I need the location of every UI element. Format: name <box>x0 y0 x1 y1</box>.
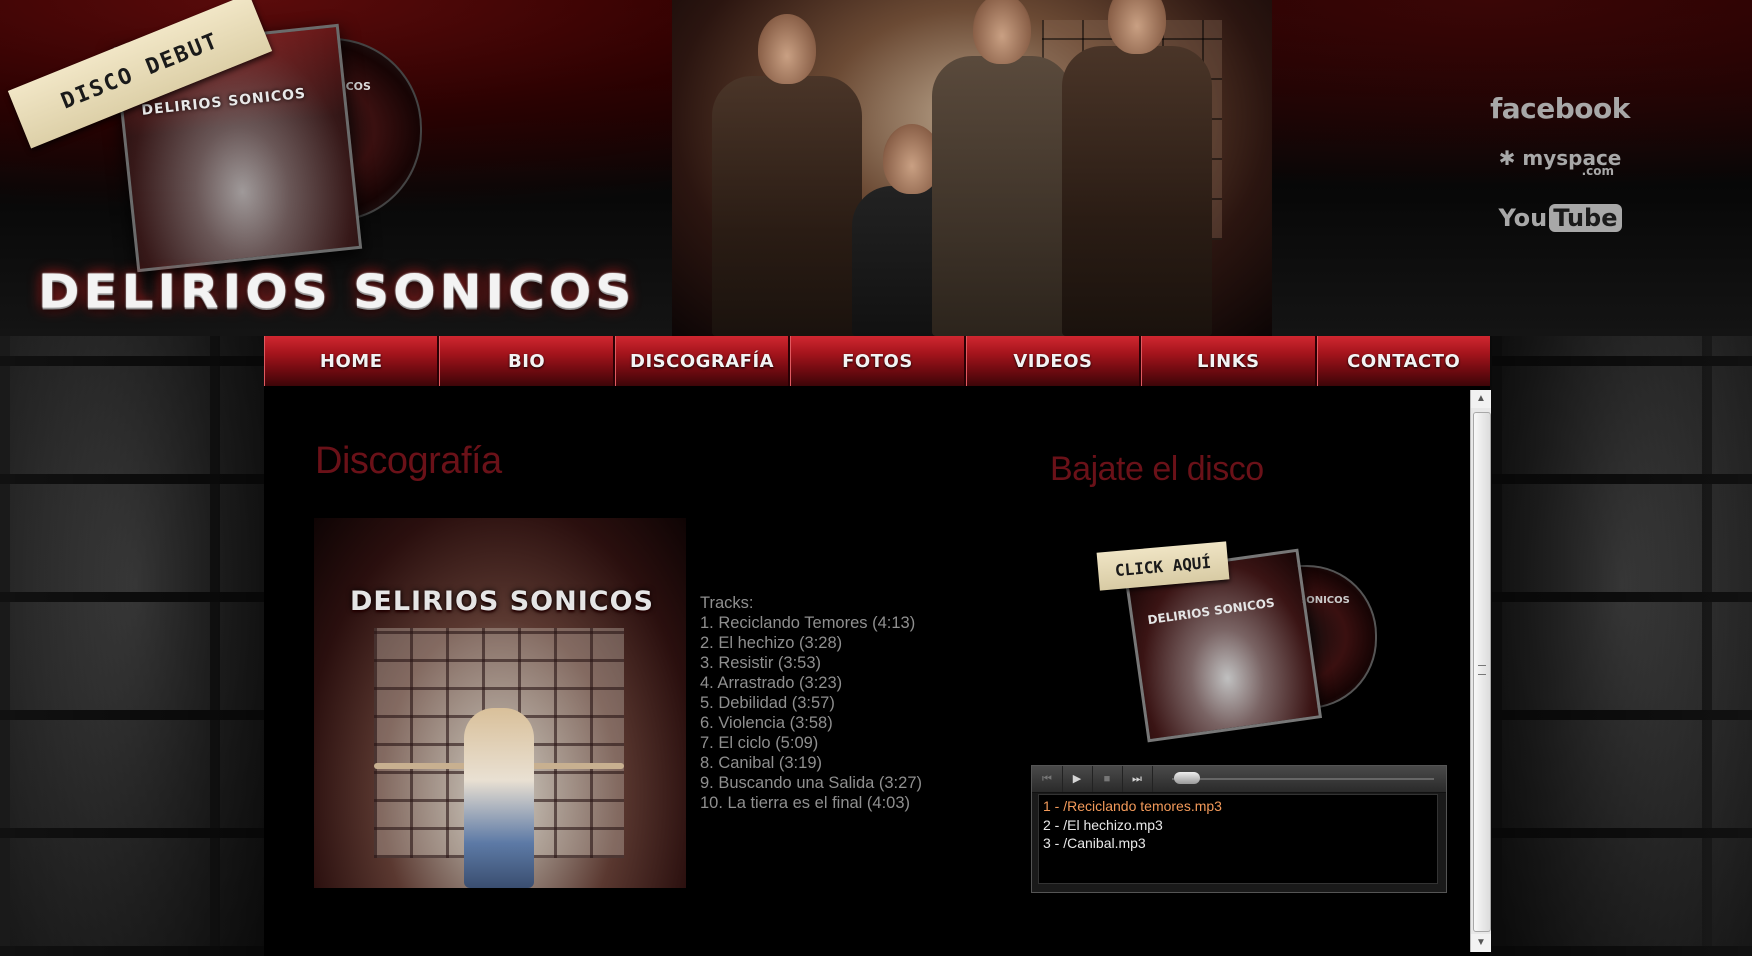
album-cover: DELIRIOS SONICOS <box>314 518 686 888</box>
nav-home[interactable]: HOME <box>264 336 440 386</box>
tracks-heading: Tracks: <box>700 594 754 612</box>
page-title: Discografía <box>315 440 502 482</box>
scroll-up-icon[interactable]: ▲ <box>1471 390 1491 408</box>
track-item: 6. Violencia (3:58) <box>700 714 833 732</box>
player-playlist: 1 - /Reciclando temores.mp3 2 - /El hech… <box>1038 794 1438 884</box>
track-list: Tracks: 1. Reciclando Temores (4:13) 2. … <box>700 593 922 813</box>
nav-videos[interactable]: VIDEOS <box>965 336 1142 386</box>
scroll-grip-icon <box>1478 665 1486 675</box>
nav-bio[interactable]: BIO <box>439 336 615 386</box>
nav-links[interactable]: LINKS <box>1141 336 1317 386</box>
content-scrollbar[interactable]: ▲ ▼ <box>1470 390 1491 952</box>
myspace-link[interactable]: ✱ myspace .com <box>1490 146 1630 178</box>
seek-track[interactable] <box>1172 778 1434 780</box>
album-cover-title: DELIRIOS SONICOS <box>350 586 654 617</box>
nav-discografia[interactable]: DISCOGRAFÍA <box>614 336 791 386</box>
download-title: Bajate el disco <box>1050 450 1264 488</box>
download-cd-title: DELIRIOS SONICOS <box>1146 595 1276 628</box>
band-member <box>712 14 862 336</box>
stop-icon[interactable]: ■ <box>1092 766 1123 792</box>
audio-player: ⏮ ▶ ■ ⏭ 1 - /Reciclando temores.mp3 2 - … <box>1031 765 1447 893</box>
site-logo-title[interactable]: DELIRIOS SONICOS <box>38 264 668 319</box>
scroll-down-icon[interactable]: ▼ <box>1471 934 1491 952</box>
track-item: 7. El ciclo (5:09) <box>700 734 819 752</box>
player-controls: ⏮ ▶ ■ ⏭ <box>1032 766 1446 793</box>
track-item: 4. Arrastrado (3:23) <box>700 674 843 692</box>
facebook-link[interactable]: facebook <box>1490 92 1630 125</box>
brick-wall-left <box>0 336 270 956</box>
nav-contacto[interactable]: CONTACTO <box>1316 336 1490 386</box>
band-member <box>932 0 1072 336</box>
site-header: SONICOS DELIRIOS SONICOS DISCO DEBUT DEL… <box>0 0 1752 336</box>
playlist-item[interactable]: 1 - /Reciclando temores.mp3 <box>1043 797 1433 816</box>
youtube-tube-label: Tube <box>1549 204 1622 232</box>
myspace-icon: ✱ <box>1498 146 1516 170</box>
seek-handle[interactable] <box>1174 772 1200 784</box>
scroll-thumb[interactable] <box>1473 412 1491 932</box>
youtube-you-label: You <box>1498 204 1548 232</box>
download-disc-title: SONICOS <box>1299 595 1350 606</box>
band-photo <box>672 0 1272 336</box>
playlist-item[interactable]: 2 - /El hechizo.mp3 <box>1043 816 1433 835</box>
track-item: 10. La tierra es el final (4:03) <box>700 794 911 812</box>
main-nav: HOME BIO DISCOGRAFÍA FOTOS VIDEOS LINKS … <box>264 336 1490 386</box>
next-icon[interactable]: ⏭ <box>1122 766 1153 792</box>
track-item: 8. Canibal (3:19) <box>700 754 822 772</box>
track-item: 9. Buscando una Salida (3:27) <box>700 774 922 792</box>
band-member <box>1062 0 1212 336</box>
previous-icon[interactable]: ⏮ <box>1032 766 1063 792</box>
track-item: 5. Debilidad (3:57) <box>700 694 835 712</box>
track-item: 3. Resistir (3:53) <box>700 654 822 672</box>
track-item: 2. El hechizo (3:28) <box>700 634 843 652</box>
playlist-item[interactable]: 3 - /Canibal.mp3 <box>1043 834 1433 853</box>
youtube-link[interactable]: You Tube <box>1490 204 1630 232</box>
album-figure <box>464 708 534 888</box>
brick-wall-right <box>1492 336 1752 956</box>
nav-fotos[interactable]: FOTOS <box>790 336 966 386</box>
track-item: 1. Reciclando Temores (4:13) <box>700 614 916 632</box>
play-icon[interactable]: ▶ <box>1062 766 1093 792</box>
